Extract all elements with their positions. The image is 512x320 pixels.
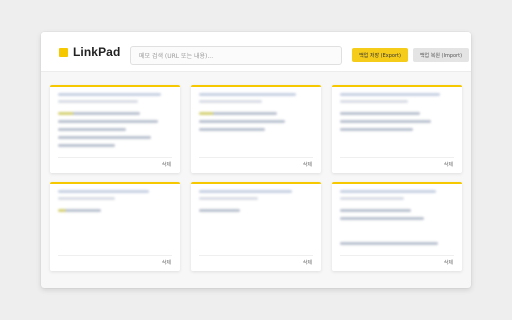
card-divider — [340, 255, 454, 256]
delete-button[interactable]: 삭제 — [162, 259, 171, 266]
memo-content-blurred — [58, 93, 172, 151]
memo-card[interactable]: 삭제 — [191, 182, 321, 271]
memo-content-blurred — [340, 190, 454, 249]
delete-button[interactable]: 삭제 — [303, 259, 312, 266]
delete-button[interactable]: 삭제 — [444, 259, 453, 266]
delete-button[interactable]: 삭제 — [444, 161, 453, 168]
card-divider — [199, 157, 313, 158]
card-divider — [340, 157, 454, 158]
card-divider — [58, 157, 172, 158]
delete-button[interactable]: 삭제 — [303, 161, 312, 168]
memo-card[interactable]: 삭제 — [50, 85, 180, 173]
card-divider — [58, 255, 172, 256]
memo-content-blurred — [199, 93, 313, 151]
import-button[interactable]: 백업 복원 (Import) — [413, 48, 469, 62]
memo-content-blurred — [58, 190, 172, 249]
search-placeholder: 메모 검색 (URL 또는 내용)... — [139, 53, 214, 60]
card-divider — [199, 255, 313, 256]
logo[interactable]: LinkPad — [59, 45, 120, 59]
memo-card[interactable]: 삭제 — [332, 85, 462, 173]
app-window: LinkPad 메모 검색 (URL 또는 내용)... 백업 저장 (Expo… — [41, 32, 471, 288]
app-title: LinkPad — [73, 45, 121, 59]
search-input[interactable]: 메모 검색 (URL 또는 내용)... — [130, 46, 342, 65]
export-button[interactable]: 백업 저장 (Export) — [352, 48, 408, 62]
memo-content-blurred — [199, 190, 313, 249]
delete-button[interactable]: 삭제 — [162, 161, 171, 168]
memo-card[interactable]: 삭제 — [332, 182, 462, 271]
memo-card[interactable]: 삭제 — [50, 182, 180, 271]
memo-card[interactable]: 삭제 — [191, 85, 321, 173]
top-bar: LinkPad 메모 검색 (URL 또는 내용)... 백업 저장 (Expo… — [41, 32, 471, 72]
square-logo-icon — [59, 47, 68, 57]
memo-content-blurred — [340, 93, 454, 151]
